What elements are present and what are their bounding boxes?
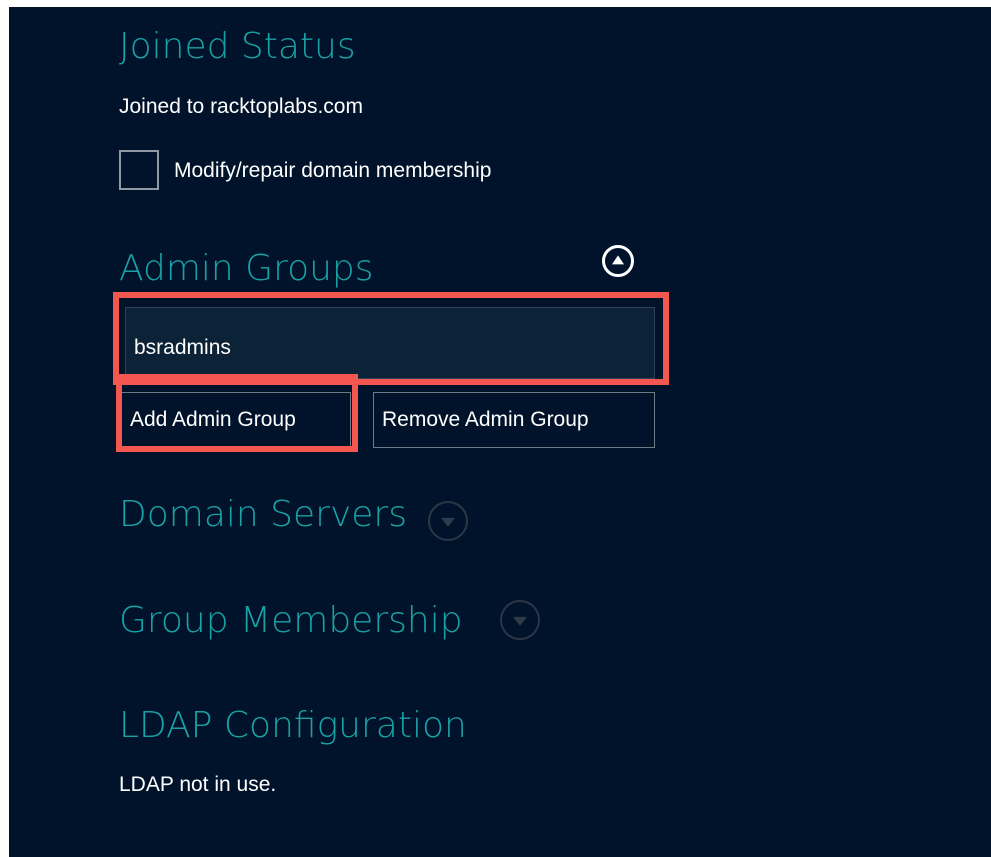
modify-membership-label[interactable]: Modify/repair domain membership	[174, 158, 491, 184]
joined-status-heading: Joined Status	[119, 26, 356, 67]
chevron-down-circle-icon[interactable]	[500, 600, 540, 640]
modify-membership-checkbox[interactable]	[119, 150, 159, 190]
ldap-status-text: LDAP not in use.	[119, 773, 277, 796]
admin-groups-list[interactable]: bsradmins	[125, 307, 655, 379]
ldap-configuration-heading: LDAP Configuration	[119, 705, 467, 746]
settings-panel: Joined Status Joined to racktoplabs.com …	[9, 7, 991, 857]
joined-status-text: Joined to racktoplabs.com	[119, 95, 363, 118]
admin-groups-heading[interactable]: Admin Groups	[119, 247, 374, 291]
domain-servers-heading[interactable]: Domain Servers	[119, 493, 407, 537]
add-admin-group-button[interactable]: Add Admin Group	[121, 392, 351, 448]
chevron-down-circle-icon[interactable]	[428, 501, 468, 541]
admin-group-item[interactable]: bsradmins	[134, 335, 231, 361]
remove-admin-group-button[interactable]: Remove Admin Group	[373, 392, 655, 448]
chevron-up-circle-icon[interactable]	[602, 245, 634, 277]
group-membership-heading[interactable]: Group Membership	[119, 599, 463, 643]
